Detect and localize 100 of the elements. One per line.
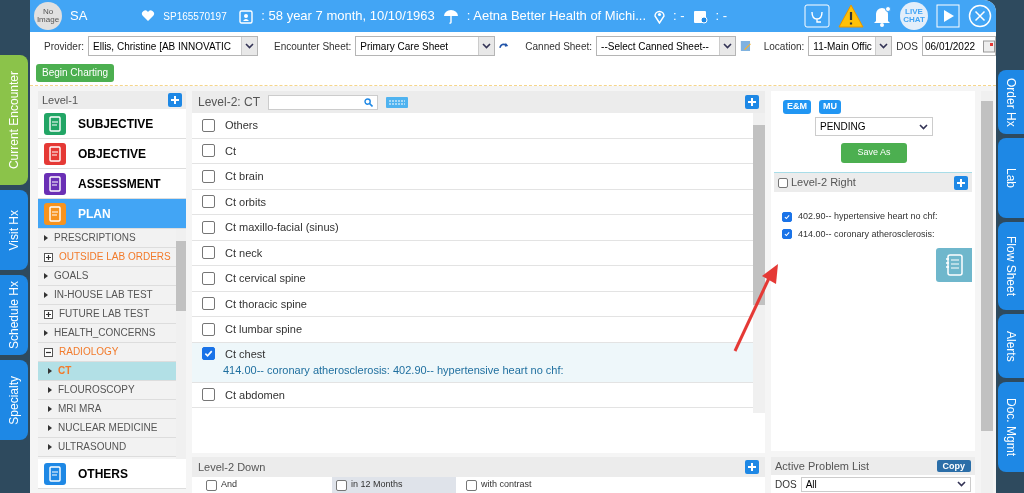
panel-title: Level-2 Down bbox=[198, 459, 266, 475]
checkbox[interactable] bbox=[202, 322, 215, 336]
side-tab[interactable]: Visit Hx bbox=[0, 190, 28, 270]
patient-id: SP165570197 bbox=[163, 10, 228, 22]
bullet-icon bbox=[44, 292, 48, 298]
refresh-icon[interactable] bbox=[499, 41, 510, 51]
date-field[interactable]: 06/01/2022 bbox=[922, 36, 996, 56]
add-button[interactable] bbox=[745, 95, 759, 109]
side-tab[interactable]: Schedule Hx bbox=[0, 275, 28, 355]
bullet-icon bbox=[48, 406, 52, 412]
field-label: Provider: bbox=[44, 39, 84, 54]
side-tab[interactable]: Alerts bbox=[998, 314, 1024, 378]
encounter-sheet-select[interactable]: Primary Care Sheet bbox=[355, 36, 496, 56]
item-label: Ct lumbar spine bbox=[225, 322, 303, 337]
side-tab[interactable]: Doc. Mgmt bbox=[998, 382, 1024, 472]
expand-icon[interactable] bbox=[44, 252, 53, 262]
checkbox[interactable] bbox=[202, 195, 215, 209]
option-label: And bbox=[221, 478, 237, 492]
expand-icon[interactable] bbox=[44, 309, 53, 319]
add-button[interactable] bbox=[168, 93, 182, 107]
caret-icon bbox=[482, 43, 492, 49]
checkbox[interactable] bbox=[782, 211, 792, 222]
close-button[interactable] bbox=[968, 4, 992, 28]
bullet-icon bbox=[48, 387, 52, 393]
panel-title: Active Problem List bbox=[775, 458, 870, 474]
item-label: Ct orbits bbox=[225, 194, 266, 210]
age-dob: : 58 year 7 month, 10/10/1963 bbox=[261, 7, 435, 26]
panel-title: Level-1 bbox=[42, 92, 79, 108]
checkbox[interactable] bbox=[202, 271, 215, 285]
dos-select[interactable]: All bbox=[800, 476, 971, 492]
location-select[interactable]: 11-Main Offic bbox=[808, 36, 893, 56]
bullet-icon bbox=[44, 235, 48, 241]
checkbox[interactable] bbox=[202, 297, 215, 311]
canned-sheet-select[interactable]: --Select Canned Sheet-- bbox=[596, 36, 737, 56]
checkbox[interactable] bbox=[202, 347, 215, 361]
field-label: Encounter Sheet: bbox=[274, 39, 352, 54]
checkbox[interactable] bbox=[202, 144, 215, 158]
scrollbar[interactable] bbox=[753, 113, 765, 413]
patient-name: SA bbox=[70, 7, 89, 26]
provider-select[interactable]: Ellis, Christine [AB INNOVATIC bbox=[88, 36, 258, 56]
heart-icon bbox=[141, 10, 156, 22]
item-label: Ct chest bbox=[225, 346, 266, 362]
diagnosis-text: 414.00-- coronary atherosclerosis: 402.90-- hypertensive heart no chf: bbox=[222, 363, 565, 378]
id-card-icon bbox=[239, 8, 254, 24]
category-item[interactable]: OBJECTIVE bbox=[38, 139, 186, 169]
checkbox[interactable] bbox=[202, 118, 215, 132]
caret-icon bbox=[245, 43, 254, 49]
side-tab[interactable]: Order Hx bbox=[998, 70, 1024, 134]
checkbox[interactable] bbox=[202, 388, 215, 402]
item-label: Ct bbox=[225, 143, 236, 159]
panel-title: Level-2: CT bbox=[198, 94, 261, 111]
appointment-value: : - bbox=[715, 7, 728, 26]
side-tab[interactable]: Specialty bbox=[0, 360, 28, 440]
field-label: Canned Sheet: bbox=[525, 39, 593, 54]
checkbox[interactable] bbox=[206, 479, 217, 491]
scrollbar[interactable] bbox=[981, 91, 993, 493]
category-icon bbox=[44, 112, 66, 135]
telehealth-button[interactable] bbox=[804, 4, 830, 28]
side-tab[interactable]: Flow Sheet bbox=[998, 222, 1024, 310]
caret-icon bbox=[957, 481, 966, 487]
play-button[interactable] bbox=[936, 4, 960, 28]
caret-icon bbox=[879, 43, 889, 49]
calendar-icon[interactable] bbox=[983, 39, 995, 53]
search-field[interactable] bbox=[268, 94, 379, 110]
checkbox[interactable] bbox=[336, 479, 347, 491]
option-label: in 12 Months bbox=[351, 478, 403, 492]
add-button[interactable] bbox=[954, 175, 968, 190]
category-item[interactable]: OTHERS bbox=[38, 459, 186, 489]
notes-icon bbox=[944, 254, 964, 276]
checkbox[interactable] bbox=[466, 479, 477, 491]
copy-button[interactable]: Copy bbox=[936, 460, 971, 472]
checkbox[interactable] bbox=[202, 169, 215, 183]
item-label: Others bbox=[225, 118, 258, 133]
field-label: DOS bbox=[775, 477, 797, 492]
caret-icon bbox=[723, 43, 733, 49]
status-select[interactable]: PENDING bbox=[815, 117, 933, 136]
checkbox[interactable] bbox=[778, 177, 788, 188]
checkbox[interactable] bbox=[782, 229, 792, 240]
collapse-icon[interactable] bbox=[44, 347, 53, 357]
option-item[interactable]: in 12 Months bbox=[332, 477, 456, 493]
umbrella-icon bbox=[442, 8, 459, 24]
add-button[interactable] bbox=[745, 460, 759, 474]
checkbox[interactable] bbox=[202, 246, 215, 260]
bullet-icon bbox=[44, 273, 48, 279]
warning-icon[interactable] bbox=[838, 4, 864, 28]
item-label: Ct abdomen bbox=[225, 387, 285, 403]
bullet-icon bbox=[48, 444, 52, 450]
list-row[interactable]: Ct chest 414.00-- coronary atherosclerosis: 402.90-- hypertensive heart no chf: bbox=[192, 342, 753, 383]
side-tab[interactable]: Lab bbox=[998, 138, 1024, 218]
bullet-icon bbox=[44, 330, 48, 336]
avatar: No Image bbox=[34, 2, 62, 30]
checkbox[interactable] bbox=[202, 220, 215, 234]
item-label: Ct neck bbox=[225, 245, 263, 261]
diagnosis-label: 414.00-- coronary atherosclerosis: bbox=[798, 227, 935, 241]
category-item[interactable]: ASSESSMENT bbox=[38, 169, 186, 199]
notification-bell-icon[interactable] bbox=[872, 5, 892, 27]
field-label: Location: bbox=[763, 39, 805, 54]
scrollbar[interactable] bbox=[176, 229, 186, 459]
category-item[interactable]: SUBJECTIVE bbox=[38, 109, 186, 139]
bullet-icon bbox=[48, 425, 52, 431]
